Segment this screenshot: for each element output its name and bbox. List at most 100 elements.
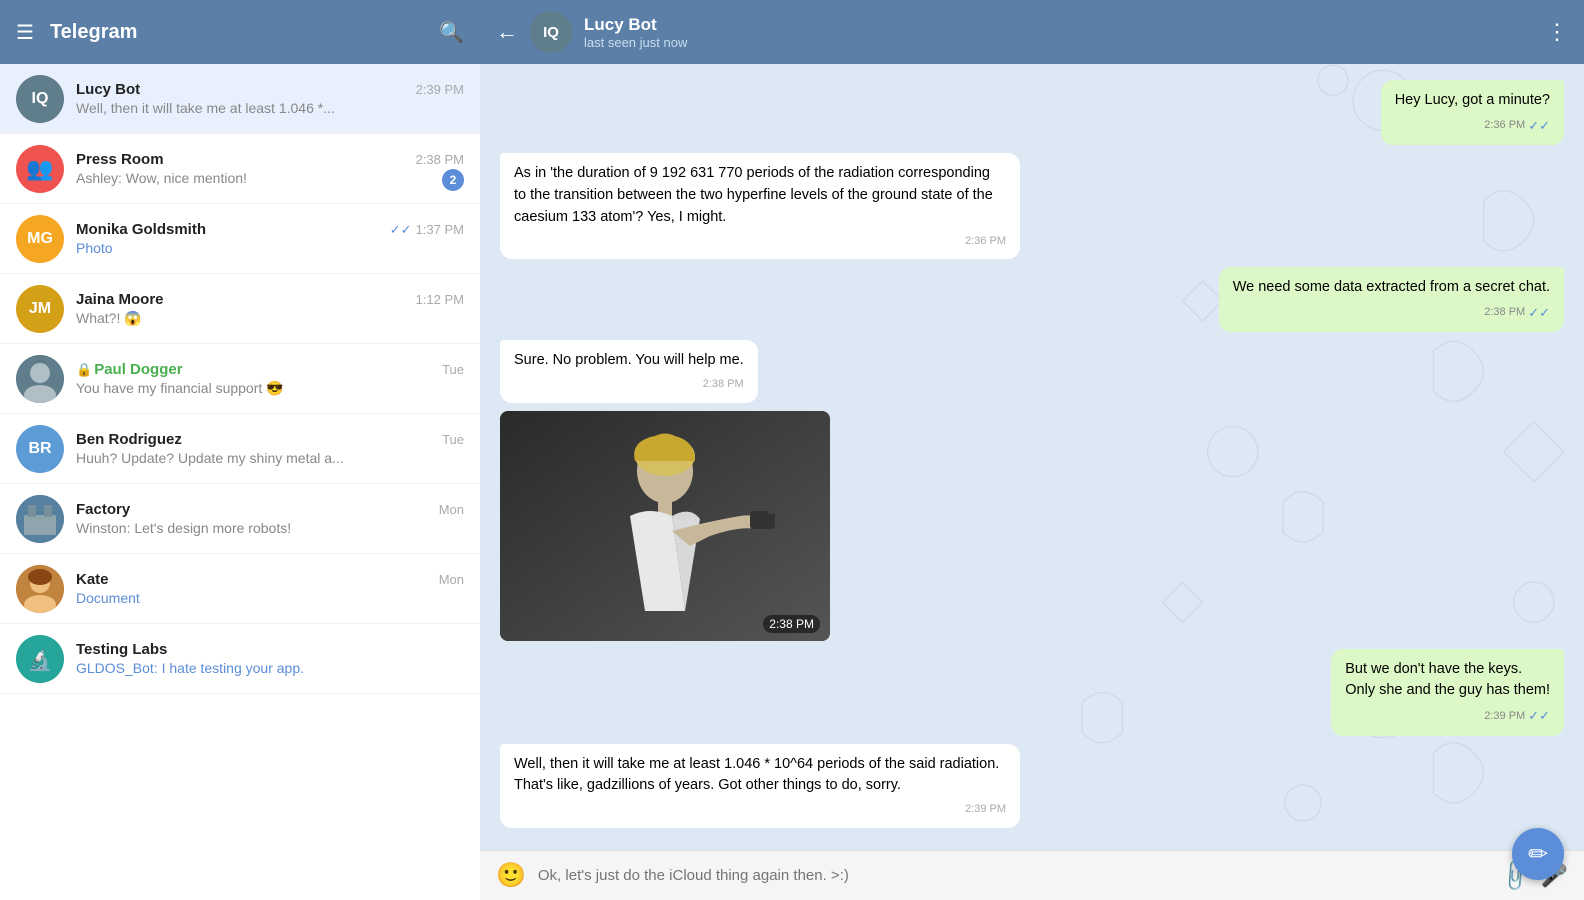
message-row-m1: Hey Lucy, got a minute? 2:36 PM ✓✓ — [500, 80, 1564, 145]
message-text: We need some data extracted from a secre… — [1233, 279, 1550, 295]
chat-name-row: Kate Mon — [76, 571, 464, 588]
chat-preview: Document — [76, 590, 464, 606]
more-options-button[interactable]: ⋮ — [1546, 19, 1568, 45]
chat-info: Ben Rodriguez Tue Huuh? Update? Update m… — [76, 431, 464, 466]
message-bubble: As in 'the duration of 9 192 631 770 per… — [500, 153, 1020, 259]
message-meta: 2:39 PM ✓✓ — [1345, 706, 1550, 726]
chat-info: Lucy Bot 2:39 PM Well, then it will take… — [76, 81, 464, 116]
chat-item-lucy-bot[interactable]: IQ Lucy Bot 2:39 PM Well, then it will t… — [0, 64, 480, 134]
chat-name: Testing Labs — [76, 641, 167, 658]
messages-container: Hey Lucy, got a minute? 2:36 PM ✓✓ As in… — [480, 64, 1584, 850]
chat-name: Ben Rodriguez — [76, 431, 182, 448]
chat-name-row: Press Room 2:38 PM — [76, 151, 464, 168]
chat-name: Monika Goldsmith — [76, 221, 206, 238]
chat-name: 🔒Paul Dogger — [76, 361, 183, 378]
chat-name: Lucy Bot — [76, 81, 140, 98]
message-row-m6: But we don't have the keys. Only she and… — [500, 649, 1564, 736]
chat-preview: Winston: Let's design more robots! — [76, 520, 464, 536]
message-time: 2:38 PM — [703, 376, 744, 393]
chat-preview: What?! 😱 — [76, 310, 464, 327]
chat-list: IQ Lucy Bot 2:39 PM Well, then it will t… — [0, 64, 480, 900]
compose-button[interactable]: ✏ — [1512, 828, 1564, 880]
app-title: Telegram — [50, 21, 423, 44]
chat-item-testing-labs[interactable]: 🔬 Testing Labs GLDOS_Bot: I hate testing… — [0, 624, 480, 694]
chat-name-row: Monika Goldsmith ✓✓1:37 PM — [76, 221, 464, 238]
back-button[interactable]: ← — [496, 19, 518, 45]
message-row-m4: Sure. No problem. You will help me. 2:38… — [500, 340, 1564, 402]
chat-area: ← IQ Lucy Bot last seen just now ⋮ Hey L… — [480, 0, 1584, 900]
chat-preview: You have my financial support 😎 — [76, 380, 464, 397]
avatar: 👥 — [16, 145, 64, 193]
chat-header-info: Lucy Bot last seen just now — [584, 15, 1534, 50]
avatar: BR — [16, 425, 64, 473]
message-time: 2:39 PM — [965, 801, 1006, 818]
chat-header-status: last seen just now — [584, 35, 1534, 50]
message-row-m5: SOFT1.COM 2:38 PM — [500, 411, 1564, 641]
message-text: Sure. No problem. You will help me. — [514, 352, 744, 368]
chat-header-avatar: IQ — [530, 11, 572, 53]
chat-name-row: Ben Rodriguez Tue — [76, 431, 464, 448]
message-text: But we don't have the keys. Only she and… — [1345, 661, 1550, 699]
avatar: JM — [16, 285, 64, 333]
chat-time: Tue — [442, 432, 464, 447]
emoji-button[interactable]: 🙂 — [496, 861, 526, 890]
message-time: 2:39 PM — [1484, 708, 1525, 725]
chat-item-kate[interactable]: Kate Mon Document — [0, 554, 480, 624]
avatar — [16, 565, 64, 613]
chat-item-factory[interactable]: Factory Mon Winston: Let's design more r… — [0, 484, 480, 554]
chat-preview: Photo — [76, 240, 464, 256]
chat-item-press-room[interactable]: 👥 Press Room 2:38 PM Ashley: Wow, nice m… — [0, 134, 480, 204]
avatar: MG — [16, 215, 64, 263]
message-bubble: We need some data extracted from a secre… — [1219, 267, 1564, 332]
unread-badge: 2 — [442, 169, 464, 191]
chat-time: 1:12 PM — [416, 292, 464, 307]
message-text: As in 'the duration of 9 192 631 770 per… — [514, 165, 993, 225]
chat-time: 2:38 PM — [416, 152, 464, 167]
sidebar-header: ☰ Telegram 🔍 — [0, 0, 480, 64]
svg-text:🔬: 🔬 — [28, 648, 53, 672]
chat-info: Kate Mon Document — [76, 571, 464, 606]
message-image[interactable]: SOFT1.COM 2:38 PM — [500, 411, 830, 641]
chat-item-ben[interactable]: BR Ben Rodriguez Tue Huuh? Update? Updat… — [0, 414, 480, 484]
message-meta: 2:38 PM ✓✓ — [1233, 303, 1550, 323]
search-button[interactable]: 🔍 — [439, 20, 464, 45]
chat-item-monika[interactable]: MG Monika Goldsmith ✓✓1:37 PM Photo — [0, 204, 480, 274]
chat-info: Factory Mon Winston: Let's design more r… — [76, 501, 464, 536]
message-meta: 2:38 PM — [514, 376, 744, 393]
chat-preview: GLDOS_Bot: I hate testing your app. — [76, 660, 464, 676]
image-content: SOFT1.COM — [500, 411, 830, 641]
chat-info: Monika Goldsmith ✓✓1:37 PM Photo — [76, 221, 464, 256]
avatar: 🔬 — [16, 635, 64, 683]
sidebar: ☰ Telegram 🔍 IQ Lucy Bot 2:39 PM Well, t… — [0, 0, 480, 900]
message-text: Hey Lucy, got a minute? — [1395, 92, 1550, 108]
read-receipt: ✓✓ — [1528, 116, 1550, 136]
message-input[interactable] — [538, 861, 1489, 890]
chat-name-row: Factory Mon — [76, 501, 464, 518]
chat-info: Jaina Moore 1:12 PM What?! 😱 — [76, 291, 464, 327]
chat-header: ← IQ Lucy Bot last seen just now ⋮ — [480, 0, 1584, 64]
chat-time: Mon — [439, 572, 464, 587]
chat-time: Mon — [439, 502, 464, 517]
message-row-m2: As in 'the duration of 9 192 631 770 per… — [500, 153, 1564, 259]
chat-info: 🔒Paul Dogger Tue You have my financial s… — [76, 361, 464, 397]
avatar — [16, 495, 64, 543]
read-receipt: ✓✓ — [390, 222, 412, 237]
message-row-m7: Well, then it will take me at least 1.04… — [500, 744, 1564, 828]
hamburger-menu[interactable]: ☰ — [16, 20, 34, 45]
chat-item-jaina[interactable]: JM Jaina Moore 1:12 PM What?! 😱 — [0, 274, 480, 344]
avatar — [16, 355, 64, 403]
chat-name-row: Jaina Moore 1:12 PM — [76, 291, 464, 308]
message-time: 2:38 PM — [1484, 304, 1525, 321]
chat-name-row: Testing Labs — [76, 641, 464, 658]
message-text: Well, then it will take me at least 1.04… — [514, 756, 999, 794]
chat-time: ✓✓1:37 PM — [390, 222, 464, 238]
chat-name: Press Room — [76, 151, 164, 168]
chat-header-name: Lucy Bot — [584, 15, 1534, 35]
read-receipt: ✓✓ — [1528, 706, 1550, 726]
chat-preview: Well, then it will take me at least 1.04… — [76, 100, 464, 116]
chat-preview: Huuh? Update? Update my shiny metal a... — [76, 450, 464, 466]
chat-info: Testing Labs GLDOS_Bot: I hate testing y… — [76, 641, 464, 676]
chat-item-paul[interactable]: 🔒Paul Dogger Tue You have my financial s… — [0, 344, 480, 414]
chat-name: Jaina Moore — [76, 291, 164, 308]
message-row-m3: We need some data extracted from a secre… — [500, 267, 1564, 332]
